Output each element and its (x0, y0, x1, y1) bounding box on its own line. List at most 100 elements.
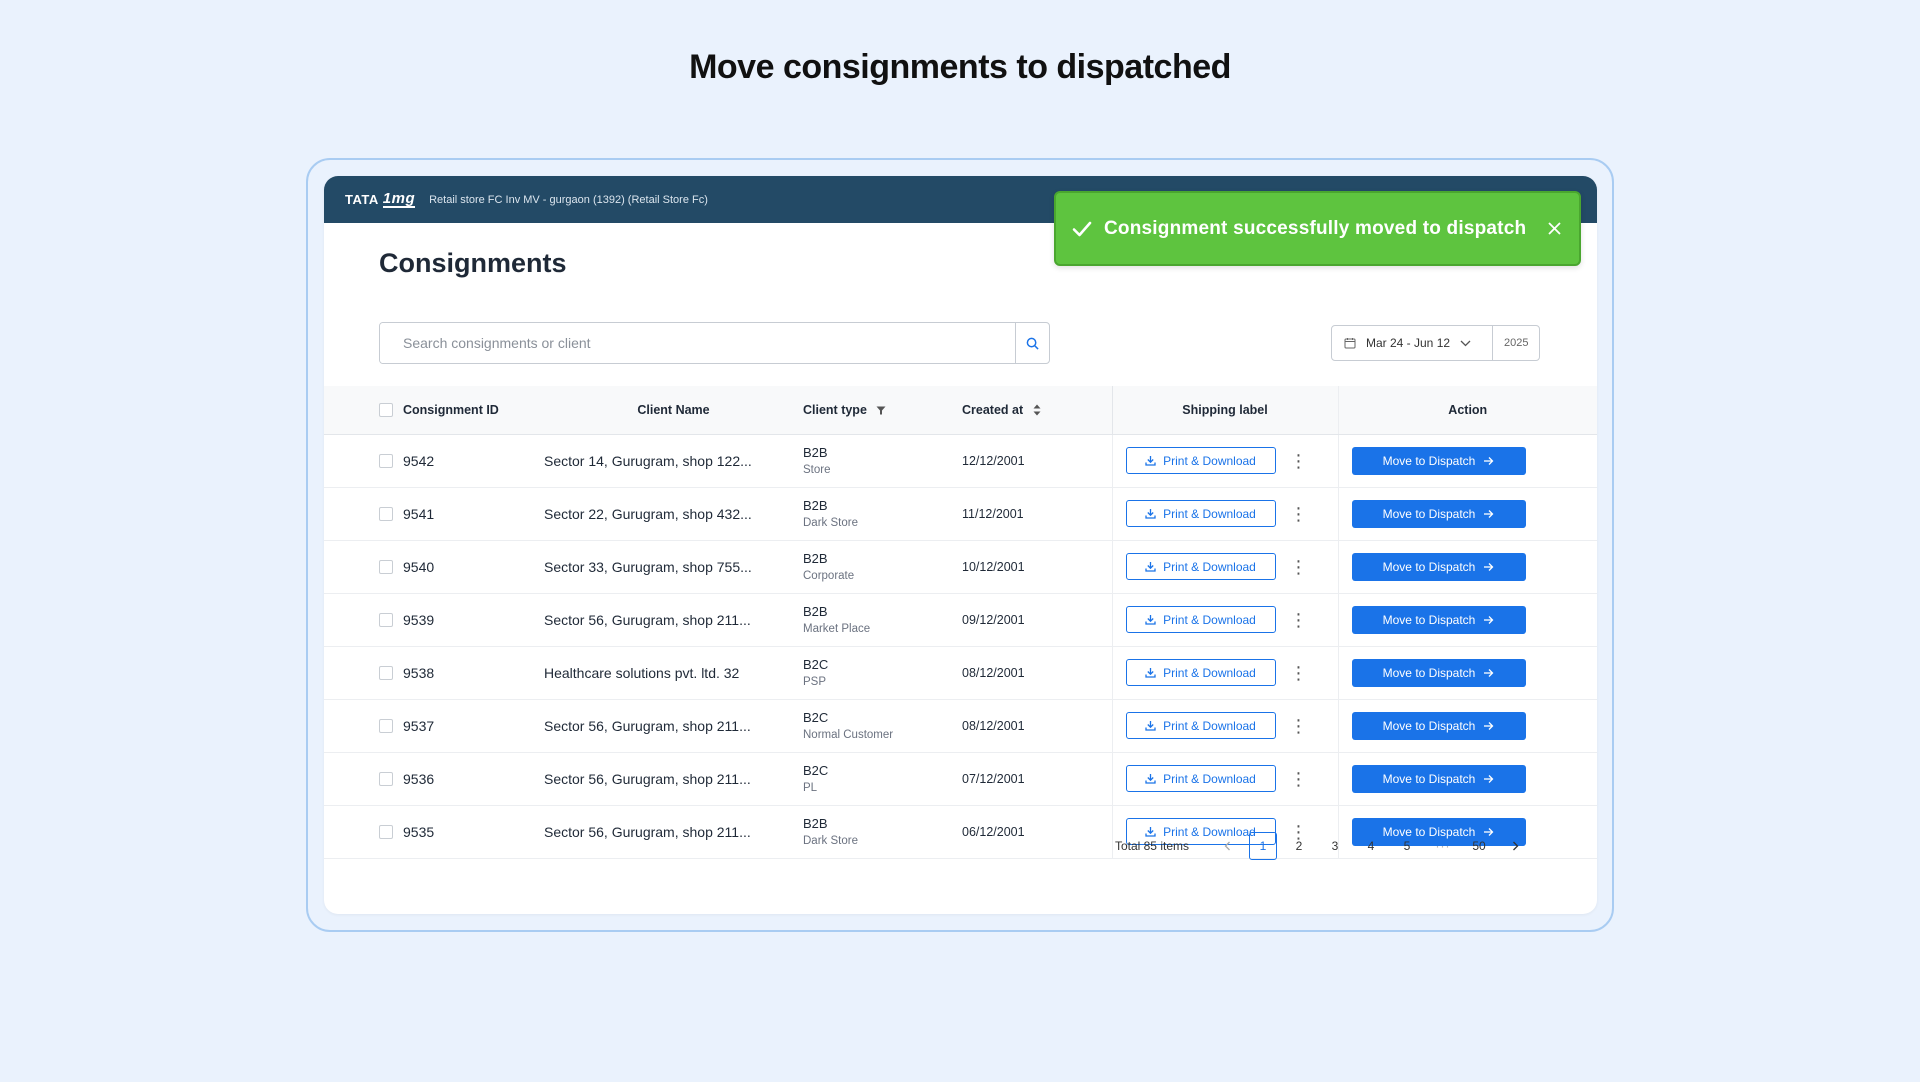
client-type-cell: B2C PL (803, 752, 962, 806)
client-name-cell: Sector 22, Gurugram, shop 432... (544, 487, 803, 541)
more-options-icon[interactable]: ⋮ (1290, 664, 1308, 682)
consignment-id[interactable]: 9541 (403, 506, 434, 522)
more-options-icon[interactable]: ⋮ (1290, 717, 1308, 735)
page-3-button[interactable]: 3 (1321, 832, 1349, 860)
search-bar (379, 322, 1050, 364)
download-icon (1145, 615, 1156, 625)
row-checkbox[interactable] (379, 666, 393, 681)
action-cell: Move to Dispatch (1337, 699, 1598, 753)
page-1-button[interactable]: 1 (1249, 832, 1277, 860)
client-subtype: Dark Store (803, 835, 858, 847)
client-subtype: Normal Customer (803, 729, 894, 741)
row-checkbox[interactable] (379, 507, 393, 522)
created-at: 09/12/2001 (962, 613, 1025, 627)
date-range-value: Mar 24 - Jun 12 (1366, 336, 1451, 350)
consignment-id[interactable]: 9539 (403, 612, 434, 628)
consignment-id-cell: 9540 (403, 540, 544, 594)
move-to-dispatch-button[interactable]: Move to Dispatch (1351, 658, 1526, 687)
page-title: Consignments (379, 248, 567, 278)
print-download-button[interactable]: Print & Download (1125, 712, 1276, 739)
created-at-cell: 08/12/2001 (962, 646, 1112, 700)
row-checkbox[interactable] (379, 825, 393, 840)
brand-logo[interactable]: TATA 1mg (345, 191, 416, 208)
search-button[interactable] (1015, 323, 1049, 363)
pagination-ellipsis[interactable]: ··· (1429, 832, 1457, 860)
download-icon (1145, 456, 1156, 466)
print-download-button[interactable]: Print & Download (1125, 606, 1276, 633)
header-created-at-label: Created at (962, 402, 1024, 417)
row-checkbox[interactable] (379, 454, 393, 469)
page-4-button[interactable]: 4 (1357, 832, 1385, 860)
more-options-icon[interactable]: ⋮ (1290, 611, 1308, 629)
store-name[interactable]: Retail store FC Inv MV - gurgaon (1392) … (429, 194, 708, 206)
action-cell: Move to Dispatch (1337, 434, 1597, 488)
select-all-checkbox[interactable] (379, 403, 393, 418)
shipping-label-cell: Print & Download ⋮ (1111, 646, 1338, 700)
year-select[interactable]: 2025 (1492, 326, 1539, 360)
consignment-id[interactable]: 9542 (403, 453, 434, 469)
action-wrapper: Move to Dispatch (1339, 711, 1598, 740)
client-type-cell: B2B Store (803, 434, 962, 488)
move-to-dispatch-button[interactable]: Move to Dispatch (1351, 605, 1526, 634)
row-checkbox[interactable] (379, 560, 393, 575)
table-row[interactable]: 9540 Sector 33, Gurugram, shop 755... B2… (324, 540, 1597, 594)
page-last-button[interactable]: 50 (1465, 832, 1493, 860)
created-at-cell: 08/12/2001 (962, 699, 1112, 753)
print-download-button[interactable]: Print & Download (1125, 765, 1276, 792)
consignment-id[interactable]: 9538 (403, 665, 434, 681)
client-type-cell: B2B Corporate (803, 540, 962, 594)
consignment-id[interactable]: 9537 (403, 718, 434, 734)
search-input[interactable] (380, 323, 1015, 363)
move-to-dispatch-button[interactable]: Move to Dispatch (1351, 552, 1526, 581)
print-download-button[interactable]: Print & Download (1125, 659, 1276, 686)
table-row[interactable]: 9539 Sector 56, Gurugram, shop 211... B2… (324, 593, 1597, 647)
move-to-dispatch-button[interactable]: Move to Dispatch (1351, 446, 1526, 475)
more-options-icon[interactable]: ⋮ (1290, 505, 1308, 523)
row-checkbox[interactable] (379, 613, 393, 628)
consignment-id-cell: 9539 (403, 593, 544, 647)
shipping-label-actions: Print & Download ⋮ (1113, 447, 1338, 474)
client-type-cell: B2B Dark Store (803, 805, 962, 859)
table-row[interactable]: 9538 Healthcare solutions pvt. ltd. 32 B… (324, 646, 1597, 700)
arrow-right-icon (1484, 509, 1494, 518)
table-row[interactable]: 9536 Sector 56, Gurugram, shop 211... B2… (324, 752, 1597, 806)
row-select-cell (324, 434, 403, 488)
row-checkbox[interactable] (379, 772, 393, 787)
consignment-id[interactable]: 9536 (403, 771, 434, 787)
more-options-icon[interactable]: ⋮ (1290, 770, 1308, 788)
print-download-button[interactable]: Print & Download (1125, 447, 1276, 474)
more-options-icon[interactable]: ⋮ (1290, 452, 1308, 470)
print-download-button[interactable]: Print & Download (1125, 553, 1276, 580)
toast-message: Consignment successfully moved to dispat… (1104, 217, 1527, 239)
app-window: TATA 1mg Retail store FC Inv MV - gurgao… (324, 176, 1597, 914)
more-options-icon[interactable]: ⋮ (1290, 558, 1308, 576)
move-to-dispatch-button[interactable]: Move to Dispatch (1351, 764, 1526, 793)
move-to-dispatch-button[interactable]: Move to Dispatch (1351, 711, 1526, 740)
close-icon[interactable] (1548, 222, 1561, 235)
filter-icon[interactable] (876, 406, 886, 415)
action-cell: Move to Dispatch (1337, 487, 1597, 541)
table-row[interactable]: 9537 Sector 56, Gurugram, shop 211... B2… (324, 699, 1598, 753)
page-2-button[interactable]: 2 (1285, 832, 1313, 860)
next-page-button[interactable] (1501, 832, 1529, 860)
table-row[interactable]: 9541 Sector 22, Gurugram, shop 432... B2… (324, 487, 1597, 541)
consignment-id[interactable]: 9535 (403, 824, 434, 840)
sort-icon[interactable] (1033, 404, 1041, 416)
prev-page-button[interactable] (1213, 832, 1241, 860)
print-download-label: Print & Download (1163, 612, 1256, 627)
page-5-button[interactable]: 5 (1393, 832, 1421, 860)
download-icon (1145, 509, 1156, 519)
move-to-dispatch-label: Move to Dispatch (1382, 506, 1476, 521)
shipping-label-actions: Print & Download ⋮ (1113, 553, 1338, 580)
client-type: B2C (803, 763, 829, 778)
consignment-id[interactable]: 9540 (403, 559, 434, 575)
row-checkbox[interactable] (379, 719, 393, 734)
print-download-label: Print & Download (1163, 771, 1256, 786)
date-range-select[interactable]: Mar 24 - Jun 12 (1332, 326, 1492, 360)
move-to-dispatch-button[interactable]: Move to Dispatch (1351, 499, 1526, 528)
print-download-button[interactable]: Print & Download (1125, 500, 1276, 527)
arrow-right-icon (1484, 668, 1494, 677)
created-at: 08/12/2001 (962, 719, 1025, 733)
row-select-cell (324, 593, 403, 647)
table-row[interactable]: 9542 Sector 14, Gurugram, shop 122... B2… (324, 434, 1597, 488)
